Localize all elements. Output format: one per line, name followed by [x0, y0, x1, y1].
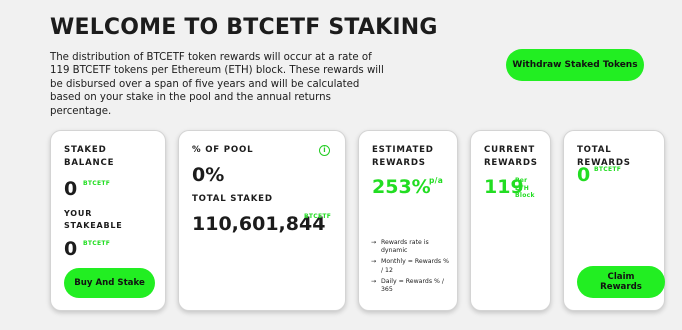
pool-card: % OF POOL i 0% TOTAL STAKED 110,601,844 … — [178, 130, 346, 311]
withdraw-staked-tokens-button[interactable]: Withdraw Staked Tokens — [506, 49, 644, 81]
rewards-note: → Rewards rate is dynamic — [371, 239, 429, 255]
arrow-right-icon: → — [371, 239, 377, 246]
stakeable-unit: BTCETF — [83, 240, 111, 247]
rewards-note: → Monthly = Rewards % / 12 — [371, 258, 450, 274]
current-rewards-unit: Per ETH Block — [515, 177, 535, 199]
total-rewards-label: TOTAL REWARDS — [577, 145, 631, 168]
buy-and-stake-button[interactable]: Buy And Stake — [64, 268, 155, 298]
estimated-rewards-card: ESTIMATED REWARDS 253% p/a → Rewards rate… — [358, 130, 458, 311]
total-staked-unit: BTCETF — [304, 213, 332, 220]
total-rewards-card: TOTAL REWARDS 0 BTCETF Claim Rewards — [563, 130, 665, 311]
rewards-note: → Daily = Rewards % / 365 — [371, 277, 444, 294]
stakeable-value: 0 — [64, 238, 78, 260]
staking-description: The distribution of BTCETF token rewards… — [50, 52, 384, 117]
total-rewards-unit: BTCETF — [594, 166, 622, 173]
staked-balance-card: STAKED BALANCE 0 BTCETF YOUR STAKEABLE 0… — [50, 130, 166, 311]
page-title: WELCOME TO BTCETF STAKING — [50, 15, 438, 40]
arrow-right-icon: → — [371, 277, 377, 285]
staked-balance-unit: BTCETF — [83, 180, 111, 187]
stakeable-label: YOUR STAKEABLE — [64, 209, 123, 230]
staked-balance-label: STAKED BALANCE — [64, 145, 115, 168]
estimated-rewards-unit: p/a — [429, 176, 444, 185]
arrow-right-icon: → — [371, 258, 377, 266]
info-icon[interactable]: i — [319, 145, 330, 156]
pool-percent-value: 0% — [192, 164, 225, 186]
current-rewards-label: CURRENT REWARDS — [484, 145, 538, 168]
total-staked-label: TOTAL STAKED — [192, 194, 273, 204]
estimated-rewards-label: ESTIMATED REWARDS — [372, 145, 434, 168]
total-rewards-value: 0 — [577, 164, 591, 186]
pool-percent-label: % OF POOL — [192, 145, 254, 155]
rewards-notes-list: → Rewards rate is dynamic → Monthly = Rewa… — [371, 239, 451, 297]
claim-rewards-button[interactable]: Claim Rewards — [577, 266, 665, 298]
estimated-rewards-value: 253% — [372, 176, 431, 198]
current-rewards-card: CURRENT REWARDS 119 Per ETH Block — [470, 130, 551, 311]
staked-balance-value: 0 — [64, 178, 78, 200]
